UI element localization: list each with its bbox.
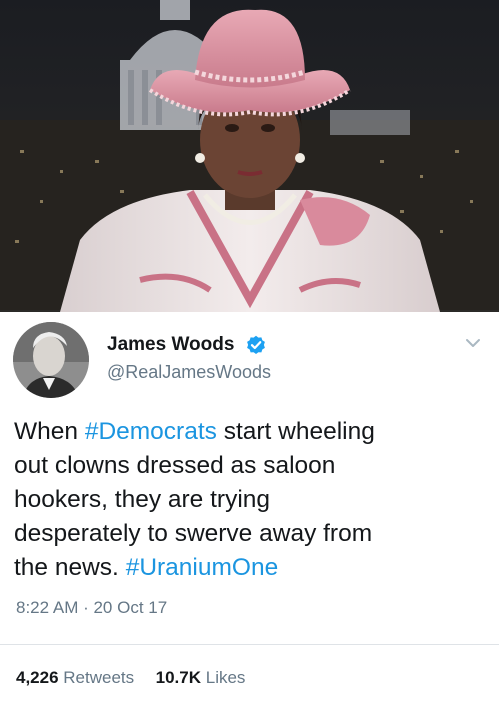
tweet-text-line: the news. #UraniumOne bbox=[14, 551, 489, 585]
tweet-text-segment: desperately to swerve away from bbox=[14, 520, 373, 547]
tweet-timestamp[interactable]: 8:22 AM · 20 Oct 17 bbox=[16, 598, 167, 618]
hashtag-link[interactable]: #Democrats bbox=[85, 418, 217, 445]
chevron-down-icon[interactable] bbox=[464, 336, 482, 348]
news-photo bbox=[0, 0, 499, 312]
tweet-text-segment: hookers, they are trying bbox=[14, 486, 271, 513]
divider bbox=[0, 644, 499, 645]
tweet-text-segment: out clowns dressed as saloon bbox=[14, 452, 336, 479]
tweet-card: James Woods @RealJamesWoods When #Democr… bbox=[0, 312, 499, 709]
user-handle[interactable]: @RealJamesWoods bbox=[107, 362, 271, 383]
screenshot-frame: James Woods @RealJamesWoods When #Democr… bbox=[0, 0, 499, 709]
tweet-text-segment: When bbox=[14, 418, 85, 445]
tweet-text-line: out clowns dressed as saloon bbox=[14, 449, 489, 483]
tweet-text-line: When #Democrats start wheeling bbox=[14, 415, 489, 449]
hashtag-link[interactable]: #UraniumOne bbox=[126, 554, 279, 581]
tweet-stats: 4,226 Retweets 10.7K Likes bbox=[16, 668, 245, 688]
retweets-count: 4,226 bbox=[16, 668, 59, 687]
likes-label: Likes bbox=[205, 668, 246, 687]
tweet-text: When #Democrats start wheeling out clowns… bbox=[14, 415, 489, 585]
retweets-label: Retweets bbox=[63, 668, 135, 687]
tweet-text-line: hookers, they are trying bbox=[14, 483, 489, 517]
likes-count: 10.7K bbox=[155, 668, 201, 687]
tweet-text-segment: the news. bbox=[14, 554, 126, 581]
retweets-stat[interactable]: 4,226 Retweets bbox=[16, 668, 139, 687]
tweet-text-segment: start wheeling bbox=[216, 418, 375, 445]
tweet-text-line: desperately to swerve away from bbox=[14, 517, 489, 551]
verified-badge-icon bbox=[246, 335, 266, 355]
display-name[interactable]: James Woods bbox=[107, 334, 234, 356]
avatar[interactable] bbox=[13, 322, 89, 398]
likes-stat[interactable]: 10.7K Likes bbox=[156, 668, 246, 687]
